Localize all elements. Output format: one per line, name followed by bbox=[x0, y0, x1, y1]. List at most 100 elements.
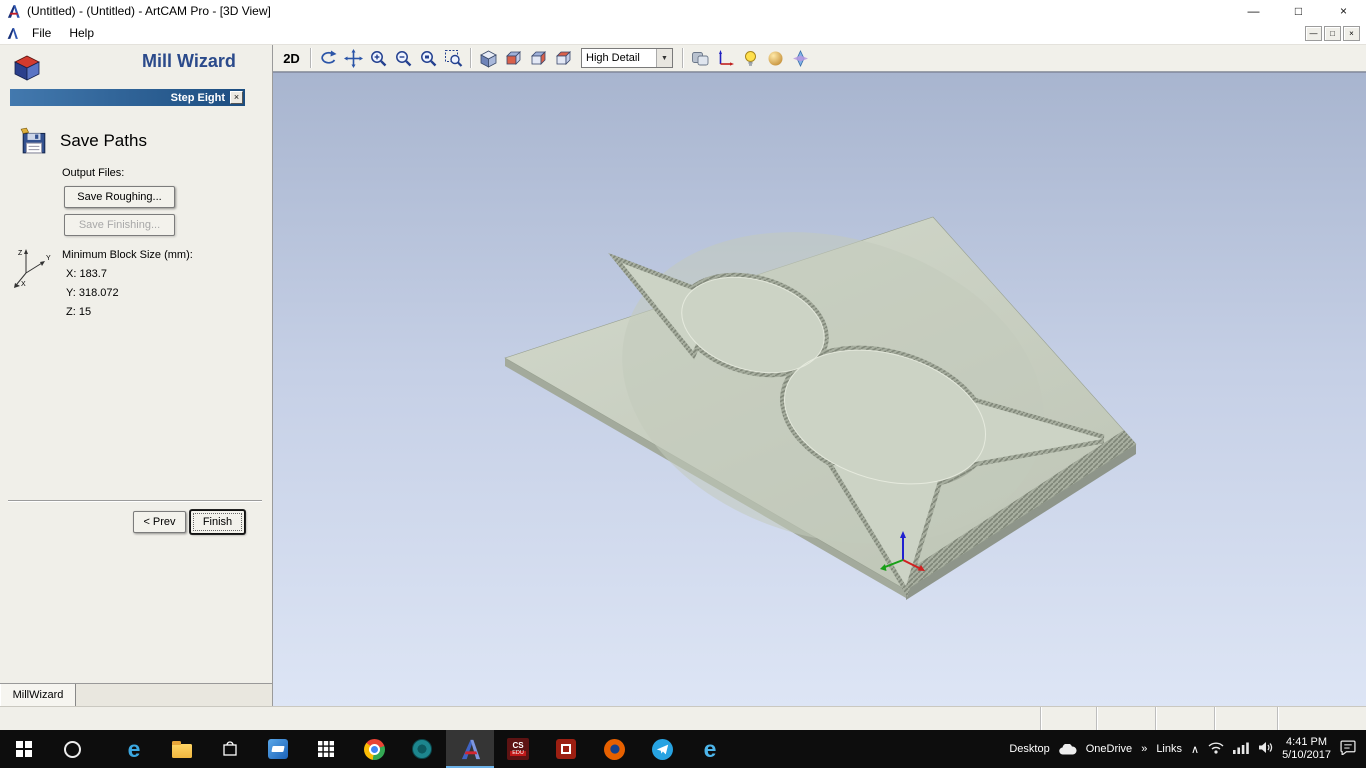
telegram-icon bbox=[651, 738, 673, 760]
panel-tab-strip: MillWizard bbox=[0, 683, 272, 706]
prev-button[interactable]: < Prev bbox=[133, 511, 186, 533]
chrome-icon bbox=[363, 738, 385, 760]
clock-date: 5/10/2017 bbox=[1282, 749, 1331, 761]
toggle-origin-icon[interactable] bbox=[714, 47, 737, 70]
texture-icon[interactable] bbox=[789, 47, 812, 70]
links-toolbar-label[interactable]: Links bbox=[1156, 743, 1182, 755]
mdi-minimize-button[interactable]: — bbox=[1305, 25, 1322, 41]
save-finishing-button[interactable]: Save Finishing... bbox=[64, 214, 175, 236]
detail-dropdown[interactable]: High Detail ▼ bbox=[581, 48, 673, 68]
toggle-2d-button[interactable]: 2D bbox=[278, 47, 305, 70]
taskbar-artcam-button[interactable] bbox=[446, 730, 494, 768]
lighting-icon[interactable] bbox=[739, 47, 762, 70]
toolbar-separator bbox=[470, 48, 472, 68]
artcam-icon bbox=[461, 739, 480, 759]
artcam-logo-icon bbox=[6, 4, 21, 19]
desktop-toolbar-label[interactable]: Desktop bbox=[1009, 743, 1049, 755]
taskbar-app-blue-button[interactable] bbox=[254, 730, 302, 768]
wizard-title: Mill Wizard bbox=[142, 51, 236, 71]
block-size-label: Minimum Block Size (mm): bbox=[62, 249, 193, 261]
view-plane-side-icon[interactable] bbox=[527, 47, 550, 70]
taskbar-ie-button[interactable]: e bbox=[686, 730, 734, 768]
wizard-step-label: Step Eight bbox=[170, 91, 225, 104]
save-paths-icon bbox=[20, 127, 46, 154]
taskbar-cs-edu-button[interactable]: CS EDU bbox=[494, 730, 542, 768]
cortana-button[interactable] bbox=[48, 730, 96, 768]
toolbar-overflow-chevron[interactable]: » bbox=[1141, 743, 1147, 755]
status-pane bbox=[1277, 707, 1364, 730]
window-minimize-button[interactable]: — bbox=[1231, 0, 1276, 22]
finish-button[interactable]: Finish bbox=[190, 510, 245, 534]
toolbar-separator bbox=[310, 48, 312, 68]
signal-bars-icon[interactable] bbox=[1233, 741, 1249, 757]
save-paths-heading: Save Paths bbox=[60, 131, 147, 150]
zoom-object-icon[interactable] bbox=[417, 47, 440, 70]
view-column: 2D High Detail ▼ bbox=[273, 45, 1366, 706]
rotate-view-icon[interactable] bbox=[317, 47, 340, 70]
grayscale-view-icon[interactable] bbox=[689, 47, 712, 70]
cs-edu-icon: CS EDU bbox=[507, 738, 529, 760]
app-icon-blue bbox=[268, 739, 288, 759]
zoom-fit-icon[interactable] bbox=[442, 47, 465, 70]
taskbar-app-red-button[interactable] bbox=[542, 730, 590, 768]
wizard-step-bar: Step Eight × bbox=[10, 89, 245, 106]
dropdown-arrow-icon[interactable]: ▼ bbox=[656, 49, 672, 67]
isometric-view-icon[interactable] bbox=[477, 47, 500, 70]
view-plane-front-icon[interactable] bbox=[502, 47, 525, 70]
start-button[interactable] bbox=[0, 730, 48, 768]
action-center-icon[interactable] bbox=[1340, 740, 1356, 758]
taskbar-store-button[interactable] bbox=[206, 730, 254, 768]
view-plane-top-icon[interactable] bbox=[552, 47, 575, 70]
toolbar-separator bbox=[682, 48, 684, 68]
output-files-label: Output Files: bbox=[62, 167, 125, 179]
title-bar: (Untitled) - (Untitled) - ArtCAM Pro - [… bbox=[0, 0, 1366, 22]
save-roughing-button[interactable]: Save Roughing... bbox=[64, 186, 175, 208]
document-icon bbox=[6, 27, 19, 40]
firefox-icon bbox=[603, 738, 625, 760]
taskbar-apps-grid-button[interactable] bbox=[302, 730, 350, 768]
onedrive-label[interactable]: OneDrive bbox=[1086, 743, 1132, 755]
block-size-x: X: 183.7 bbox=[66, 268, 107, 280]
wizard-close-button[interactable]: × bbox=[230, 91, 243, 104]
taskbar-clock[interactable]: 4:41 PM 5/10/2017 bbox=[1282, 736, 1331, 762]
mill-wizard-panel: Mill Wizard Step Eight × Save Paths Outp… bbox=[0, 45, 273, 706]
status-pane bbox=[1040, 707, 1096, 730]
material-icon[interactable] bbox=[764, 47, 787, 70]
system-tray: Desktop OneDrive » Links ∧ 4:41 PM 5/10/… bbox=[1009, 730, 1366, 768]
taskbar-file-explorer-button[interactable] bbox=[158, 730, 206, 768]
hidden-icons-chevron[interactable]: ∧ bbox=[1191, 743, 1199, 756]
clock-time: 4:41 PM bbox=[1286, 736, 1328, 748]
app-icon-teal bbox=[412, 739, 432, 759]
window-maximize-button[interactable]: □ bbox=[1276, 0, 1321, 22]
svg-text:Z: Z bbox=[18, 250, 23, 257]
mdi-close-button[interactable]: × bbox=[1343, 25, 1360, 41]
zoom-out-icon[interactable] bbox=[392, 47, 415, 70]
window-title: (Untitled) - (Untitled) - ArtCAM Pro - [… bbox=[27, 4, 271, 18]
svg-text:Y: Y bbox=[46, 255, 51, 262]
taskbar-telegram-button[interactable] bbox=[638, 730, 686, 768]
status-pane bbox=[1155, 707, 1214, 730]
taskbar: e CS EDU e Desktop OneDrive » Links ∧ 4:… bbox=[0, 730, 1366, 768]
app-icon-red bbox=[556, 739, 576, 759]
taskbar-edge-button[interactable]: e bbox=[110, 730, 158, 768]
wifi-icon[interactable] bbox=[1208, 741, 1224, 757]
block-size-y: Y: 318.072 bbox=[66, 287, 119, 299]
taskbar-firefox-button[interactable] bbox=[590, 730, 638, 768]
zoom-in-icon[interactable] bbox=[367, 47, 390, 70]
desktop-screen: (Untitled) - (Untitled) - ArtCAM Pro - [… bbox=[0, 0, 1366, 768]
window-close-button[interactable]: × bbox=[1321, 0, 1366, 22]
menu-file[interactable]: File bbox=[23, 23, 60, 43]
axes-icon: Z Y X bbox=[14, 249, 51, 288]
taskbar-chrome-button[interactable] bbox=[350, 730, 398, 768]
edge-icon: e bbox=[127, 735, 141, 762]
pan-view-icon[interactable] bbox=[342, 47, 365, 70]
viewport-3d[interactable] bbox=[273, 72, 1366, 706]
status-pane bbox=[1096, 707, 1155, 730]
menu-help[interactable]: Help bbox=[60, 23, 103, 43]
tab-millwizard[interactable]: MillWizard bbox=[0, 684, 76, 706]
taskbar-app-teal-button[interactable] bbox=[398, 730, 446, 768]
view-toolbar: 2D High Detail ▼ bbox=[273, 45, 1366, 72]
mdi-restore-button[interactable]: □ bbox=[1324, 25, 1341, 41]
volume-icon[interactable] bbox=[1258, 741, 1273, 757]
ie-icon: e bbox=[703, 735, 717, 762]
